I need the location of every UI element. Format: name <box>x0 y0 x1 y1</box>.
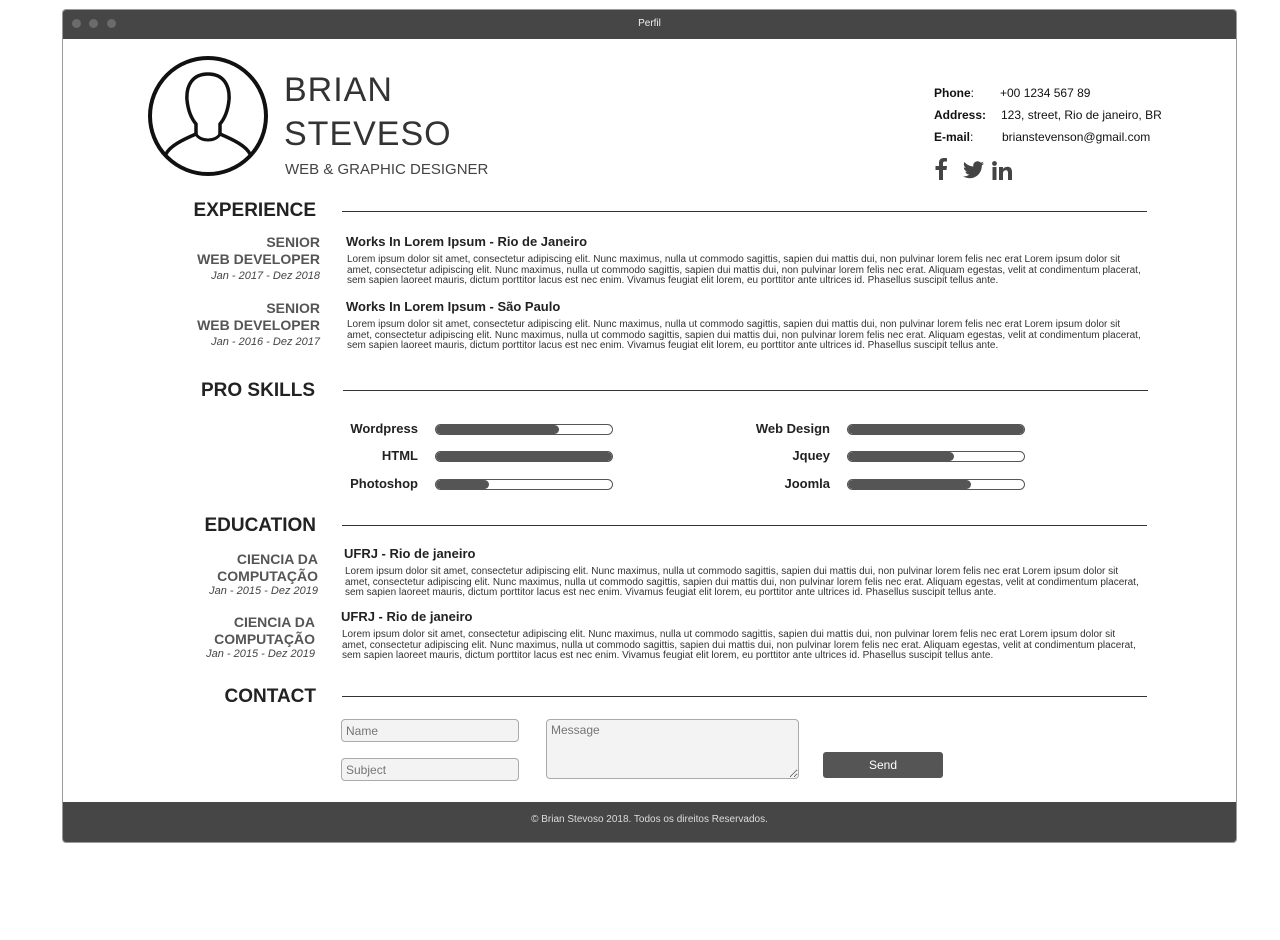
experience-section-title: EXPERIENCE <box>193 200 316 221</box>
skill-bar <box>435 479 613 490</box>
skill-bar-fill <box>848 425 1024 434</box>
education-date: Jan - 2015 - Dez 2019 <box>209 585 318 597</box>
experience-item-2: SENIOR WEB DEVELOPER Jan - 2016 - Dez 20… <box>130 300 320 348</box>
education-heading: UFRJ - Rio de janeiro <box>341 609 473 624</box>
course-line2: COMPUTAÇÃO <box>214 631 315 647</box>
education-item-2: CIENCIA DA COMPUTAÇÃO Jan - 2015 - Dez 2… <box>125 614 315 660</box>
job-position-line1: SENIOR <box>266 300 320 316</box>
message-textarea[interactable] <box>546 719 799 779</box>
contact-divider <box>342 696 1147 697</box>
job-position-line2: WEB DEVELOPER <box>197 317 320 333</box>
education-divider <box>342 525 1147 526</box>
job-position-line1: SENIOR <box>266 234 320 250</box>
address-label-text: Address: <box>934 108 987 122</box>
course-line1: CIENCIA DA <box>236 551 318 567</box>
twitter-icon[interactable] <box>963 161 984 184</box>
skills-section-title: PRO SKILLS <box>200 380 315 401</box>
footer-copyright: © Brian Stevoso 2018. Todos os direitos … <box>531 814 768 825</box>
skills-divider <box>343 390 1148 391</box>
email-row: E-mail: <box>934 130 974 144</box>
education-description: Lorem ipsum dolor sit amet, consectetur … <box>342 629 1136 661</box>
education-section-title: EDUCATION <box>204 515 316 536</box>
send-button[interactable]: Send <box>823 752 943 778</box>
skill-bar-fill <box>436 425 560 434</box>
skill-label: Wordpress <box>350 421 418 436</box>
job-description: Lorem ipsum dolor sit amet, consectetur … <box>347 319 1141 351</box>
profile-last-name: STEVESO <box>284 115 452 153</box>
skill-bar <box>847 424 1025 435</box>
skill-label: Web Design <box>755 421 830 436</box>
profile-first-name: BRIAN <box>284 71 393 109</box>
phone-value: +00 1234 567 89 <box>1000 86 1091 100</box>
skill-label: Jquey <box>792 448 830 463</box>
job-description: Lorem ipsum dolor sit amet, consectetur … <box>347 254 1141 286</box>
skill-label: Joomla <box>784 476 830 491</box>
experience-divider <box>342 211 1147 212</box>
profile-role: WEB & GRAPHIC DESIGNER <box>285 161 489 178</box>
facebook-icon[interactable] <box>934 158 948 185</box>
job-position-line2: WEB DEVELOPER <box>197 251 320 267</box>
education-description: Lorem ipsum dolor sit amet, consectetur … <box>345 566 1139 598</box>
job-date: Jan - 2016 - Dez 2017 <box>211 336 320 348</box>
skill-bar <box>435 451 613 462</box>
skill-bar-fill <box>436 480 489 489</box>
skill-bar-fill <box>436 452 612 461</box>
education-date: Jan - 2015 - Dez 2019 <box>206 648 315 660</box>
subject-input[interactable] <box>341 758 519 781</box>
job-heading: Works In Lorem Ipsum - São Paulo <box>346 299 561 314</box>
linkedin-icon[interactable] <box>992 161 1012 185</box>
experience-item-1: SENIOR WEB DEVELOPER Jan - 2017 - Dez 20… <box>130 234 320 282</box>
skill-bar <box>847 451 1025 462</box>
email-label: E-mail <box>934 130 971 144</box>
education-heading: UFRJ - Rio de janeiro <box>344 546 476 561</box>
title-bar: Perfil <box>63 10 1236 39</box>
browser-window: Perfil BRIAN STEVESO WEB & GRAPHIC DESIG… <box>62 9 1237 843</box>
education-item-1: CIENCIA DA COMPUTAÇÃO Jan - 2015 - Dez 2… <box>128 551 318 597</box>
window-title: Perfil <box>638 18 661 29</box>
contact-section-title: CONTACT <box>224 686 316 707</box>
phone-label: Phone <box>934 86 971 100</box>
name-input[interactable] <box>341 719 519 742</box>
skill-bar-fill <box>848 452 954 461</box>
job-date: Jan - 2017 - Dez 2018 <box>211 270 320 282</box>
course-line1: CIENCIA DA <box>233 614 315 630</box>
phone-row: Phone: <box>934 86 975 100</box>
address-value: 123, street, Rio de janeiro, BR <box>1001 108 1162 122</box>
skill-label: HTML <box>381 448 418 463</box>
skill-label: Photoshop <box>350 476 418 491</box>
avatar <box>146 54 270 178</box>
email-value: brianstevenson@gmail.com <box>1002 130 1151 144</box>
skill-bar <box>847 479 1025 490</box>
skill-bar <box>435 424 613 435</box>
course-line2: COMPUTAÇÃO <box>217 568 318 584</box>
skill-bar-fill <box>848 480 972 489</box>
user-silhouette-icon <box>148 56 268 176</box>
address-label: Address: <box>934 108 986 122</box>
job-heading: Works In Lorem Ipsum - Rio de Janeiro <box>346 234 588 249</box>
footer: © Brian Stevoso 2018. Todos os direitos … <box>63 802 1236 842</box>
